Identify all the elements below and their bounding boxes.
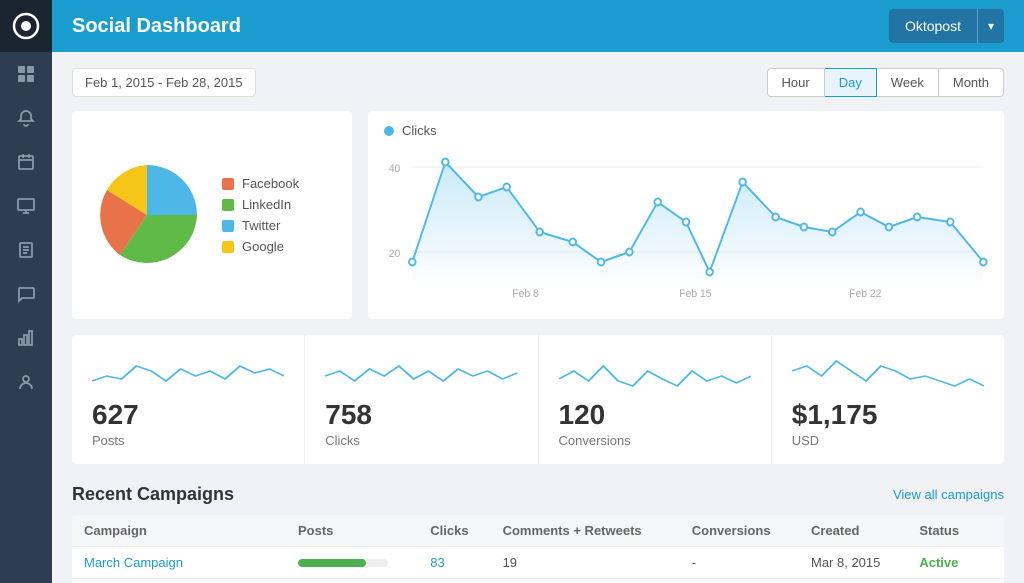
pie-chart [92, 160, 202, 270]
line-chart-dot [384, 126, 394, 136]
svg-text:40: 40 [389, 163, 401, 175]
time-btn-week[interactable]: Week [877, 68, 939, 97]
col-created: Created [799, 515, 907, 547]
col-posts: Posts [286, 515, 418, 547]
sparkline-conversions [559, 351, 751, 391]
header-actions: Oktopost ▾ [889, 9, 1004, 43]
sidebar-item-calendar[interactable] [0, 140, 52, 184]
legend-label-linkedin: LinkedIn [242, 197, 291, 212]
line-chart-svg: 40 20 Feb 8 Feb 15 Feb 22 [384, 142, 988, 302]
svg-text:Feb 15: Feb 15 [679, 288, 711, 300]
legend-color-linkedin [222, 199, 234, 211]
sidebar [0, 0, 52, 583]
status-badge-0: Active [919, 555, 958, 570]
legend-label-twitter: Twitter [242, 218, 280, 233]
header: Social Dashboard Oktopost ▾ [52, 0, 1024, 52]
sidebar-item-notifications[interactable] [0, 96, 52, 140]
stat-clicks-label: Clicks [325, 433, 360, 448]
stat-conversions: 120 Conversions [539, 335, 772, 464]
clicks-value-0: 83 [430, 555, 444, 570]
line-chart-card: Clicks 40 20 Feb 8 Feb 15 Feb 22 [368, 111, 1004, 319]
stat-posts-value: 627 [92, 399, 139, 431]
sidebar-item-content[interactable] [0, 228, 52, 272]
pie-chart-card: Facebook LinkedIn Twitter Google [72, 111, 352, 319]
svg-text:Feb 8: Feb 8 [512, 288, 539, 300]
col-comments: Comments + Retweets [491, 515, 680, 547]
svg-text:Feb 22: Feb 22 [849, 288, 881, 300]
main-area: Social Dashboard Oktopost ▾ Feb 1, 2015 … [52, 0, 1024, 583]
cell-posts-0 [286, 547, 418, 579]
sidebar-item-monitor[interactable] [0, 184, 52, 228]
sparkline-usd [792, 351, 984, 391]
cell-clicks-0: 83 [418, 547, 490, 579]
progress-bar-container-0 [298, 559, 388, 567]
top-controls: Feb 1, 2015 - Feb 28, 2015 Hour Day Week… [72, 68, 1004, 97]
legend-color-twitter [222, 220, 234, 232]
stat-posts-label: Posts [92, 433, 125, 448]
sidebar-item-messages[interactable] [0, 272, 52, 316]
pie-legend: Facebook LinkedIn Twitter Google [222, 176, 299, 254]
stat-conversions-value: 120 [559, 399, 606, 431]
legend-twitter: Twitter [222, 218, 299, 233]
col-status: Status [907, 515, 1004, 547]
legend-facebook: Facebook [222, 176, 299, 191]
user-button[interactable]: Oktopost [889, 9, 977, 43]
campaigns-title: Recent Campaigns [72, 484, 234, 505]
cell-created-1: Mar 8, 2015 [799, 579, 907, 583]
stats-row: 627 Posts 758 Clicks 120 C [72, 335, 1004, 464]
progress-bar-0 [298, 559, 366, 567]
page-title: Social Dashboard [72, 15, 241, 38]
cell-clicks-1: 8 [418, 579, 490, 583]
cell-created-0: Mar 8, 2015 [799, 547, 907, 579]
legend-linkedin: LinkedIn [222, 197, 299, 212]
time-btn-day[interactable]: Day [825, 68, 877, 97]
sparkline-clicks [325, 351, 517, 391]
view-all-campaigns-link[interactable]: View all campaigns [893, 487, 1004, 502]
conversions-value-0: - [692, 555, 696, 570]
table-row: Brightinfo 8 - - Mar 8, 2015 Complete [72, 579, 1004, 583]
cell-posts-1 [286, 579, 418, 583]
sidebar-item-dashboard[interactable] [0, 52, 52, 96]
table-header-row: Campaign Posts Clicks Comments + Retweet… [72, 515, 1004, 547]
cell-comments-0: 19 [491, 547, 680, 579]
legend-color-facebook [222, 178, 234, 190]
stat-conversions-label: Conversions [559, 433, 631, 448]
date-range[interactable]: Feb 1, 2015 - Feb 28, 2015 [72, 68, 256, 97]
stat-usd-value: $1,175 [792, 399, 878, 431]
stat-usd: $1,175 USD [772, 335, 1004, 464]
campaigns-table: Campaign Posts Clicks Comments + Retweet… [72, 515, 1004, 583]
time-btn-month[interactable]: Month [939, 68, 1004, 97]
stat-posts: 627 Posts [72, 335, 305, 464]
col-campaign: Campaign [72, 515, 286, 547]
campaigns-section-header: Recent Campaigns View all campaigns [72, 484, 1004, 505]
time-buttons: Hour Day Week Month [767, 68, 1004, 97]
table-row: March Campaign 83 19 - Mar 8, 2015 Activ… [72, 547, 1004, 579]
cell-conversions-1: - [680, 579, 799, 583]
legend-label-facebook: Facebook [242, 176, 299, 191]
legend-color-google [222, 241, 234, 253]
stat-usd-label: USD [792, 433, 819, 448]
svg-text:20: 20 [389, 248, 401, 260]
legend-google: Google [222, 239, 299, 254]
stat-clicks: 758 Clicks [305, 335, 538, 464]
campaign-link-0[interactable]: March Campaign [84, 555, 183, 570]
app-logo[interactable] [0, 0, 52, 52]
legend-label-google: Google [242, 239, 284, 254]
sidebar-item-profile[interactable] [0, 360, 52, 404]
cell-comments-1: - [491, 579, 680, 583]
content-area: Feb 1, 2015 - Feb 28, 2015 Hour Day Week… [52, 52, 1024, 583]
col-conversions: Conversions [680, 515, 799, 547]
line-chart-label: Clicks [402, 123, 437, 138]
cell-conversions-0: - [680, 547, 799, 579]
time-btn-hour[interactable]: Hour [767, 68, 825, 97]
stat-clicks-value: 758 [325, 399, 372, 431]
charts-row: Facebook LinkedIn Twitter Google [72, 111, 1004, 319]
sparkline-posts [92, 351, 284, 391]
line-chart-header: Clicks [384, 123, 988, 138]
user-dropdown-button[interactable]: ▾ [977, 9, 1004, 43]
col-clicks: Clicks [418, 515, 490, 547]
sidebar-item-analytics[interactable] [0, 316, 52, 360]
